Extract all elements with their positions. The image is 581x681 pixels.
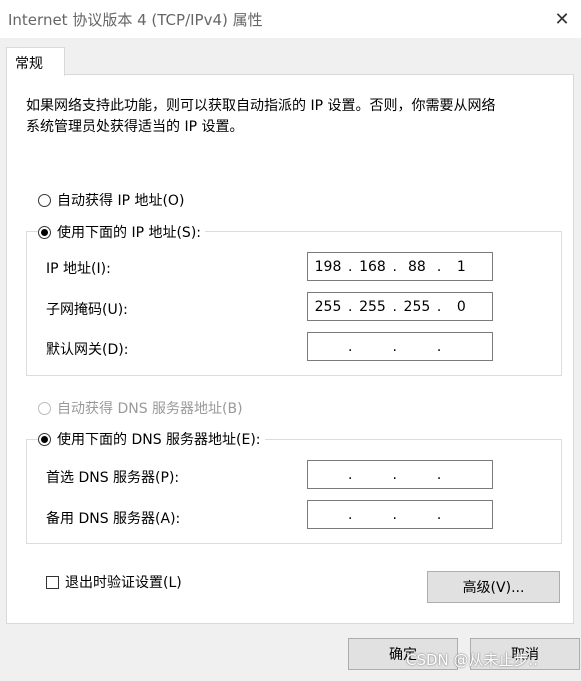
dns-manual-option[interactable]: 使用下面的 DNS 服务器地址(E): (38, 429, 265, 449)
ip-address-octet-4: 1 (456, 258, 466, 275)
validate-on-exit-checkbox[interactable] (46, 575, 59, 589)
preferred-dns-label: 首选 DNS 服务器(P): (46, 470, 180, 486)
octet-separator: . (436, 466, 442, 483)
ip-manual-label: 使用下面的 IP 地址(S): (57, 225, 201, 241)
octet-separator: . (348, 466, 353, 483)
subnet-mask-octet-4: 0 (456, 298, 466, 315)
octet-separator: . (348, 506, 353, 523)
subnet-mask-octet-2: 255 (359, 298, 386, 315)
dns-manual-label: 使用下面的 DNS 服务器地址(E): (57, 432, 261, 448)
description-line-1: 如果网络支持此功能，则可以获取自动指派的 IP 设置。否则，你需要从网络 (26, 98, 496, 114)
alternate-dns-input[interactable]: . . . (307, 500, 493, 529)
close-icon[interactable]: ✕ (549, 6, 575, 32)
subnet-mask-octet-1: 255 (314, 298, 342, 315)
octet-separator: . (392, 506, 397, 523)
title-bar: Internet 协议版本 4 (TCP/IPv4) 属性 ✕ (0, 0, 581, 38)
tab-general[interactable]: 常规 (6, 47, 65, 76)
watermark: CSDN @从未止步.. (406, 651, 539, 669)
subnet-mask-label: 子网掩码(U): (46, 302, 128, 318)
dns-auto-radio[interactable] (38, 401, 51, 415)
octet-separator: . (436, 338, 442, 355)
validate-on-exit-option[interactable]: 退出时验证设置(L) (46, 572, 182, 592)
tab-general-label: 常规 (15, 56, 43, 72)
description-text: 如果网络支持此功能，则可以获取自动指派的 IP 设置。否则，你需要从网络 系统管… (26, 96, 546, 138)
ip-auto-radio[interactable] (38, 193, 51, 207)
dns-manual-radio[interactable] (38, 432, 51, 446)
default-gateway-label: 默认网关(D): (46, 342, 129, 358)
dns-auto-option[interactable]: 自动获得 DNS 服务器地址(B) (38, 398, 247, 418)
subnet-mask-input[interactable]: 255. 255. 255. 0 (307, 292, 493, 321)
window-title: Internet 协议版本 4 (TCP/IPv4) 属性 (8, 11, 263, 29)
advanced-button[interactable]: 高级(V)... (427, 571, 560, 603)
ip-manual-radio[interactable] (38, 225, 51, 239)
description-line-2: 系统管理员处获得适当的 IP 设置。 (26, 119, 244, 135)
octet-separator: . (392, 466, 397, 483)
ip-address-octet-2: 168 (359, 258, 386, 275)
octet-separator: . (392, 338, 397, 355)
validate-on-exit-label: 退出时验证设置(L) (65, 575, 182, 591)
ip-address-octet-3: 88 (407, 258, 426, 275)
ip-auto-label: 自动获得 IP 地址(O) (57, 193, 185, 209)
octet-separator: . (436, 506, 442, 523)
ip-address-input[interactable]: 198. 168. 88. 1 (307, 252, 493, 281)
default-gateway-input[interactable]: . . . (307, 332, 493, 361)
ip-manual-option[interactable]: 使用下面的 IP 地址(S): (38, 222, 205, 242)
octet-separator: . (348, 338, 353, 355)
ip-address-label: IP 地址(I): (46, 261, 111, 277)
dns-auto-label: 自动获得 DNS 服务器地址(B) (57, 401, 243, 417)
ip-auto-option[interactable]: 自动获得 IP 地址(O) (38, 190, 189, 210)
subnet-mask-octet-3: 255 (403, 298, 431, 315)
alternate-dns-label: 备用 DNS 服务器(A): (46, 511, 181, 527)
preferred-dns-input[interactable]: . . . (307, 460, 493, 489)
ip-address-octet-1: 198 (314, 258, 342, 275)
